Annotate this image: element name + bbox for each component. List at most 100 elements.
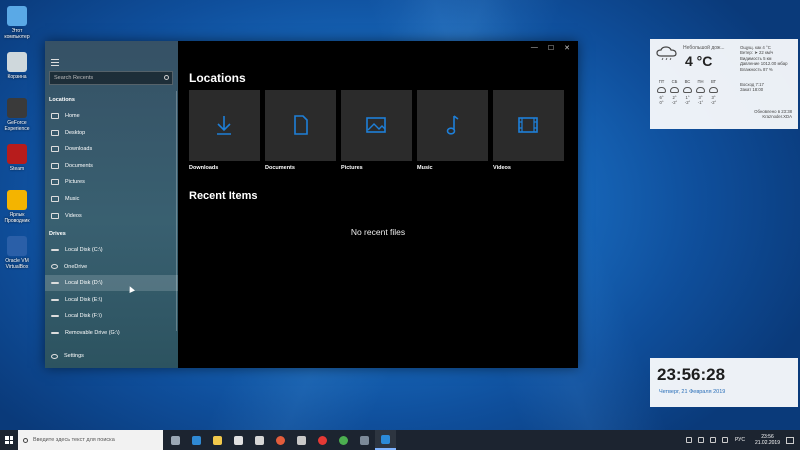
weather-detail-line: Давление 1012.00 мбар	[740, 61, 788, 67]
maximize-button[interactable]: ☐	[548, 44, 554, 52]
mail-icon	[255, 435, 264, 445]
hamburger-menu-icon[interactable]	[51, 59, 59, 66]
weather-source: Kraznoder.XDA	[762, 114, 792, 120]
taskbar-app-media-player[interactable]	[270, 430, 291, 450]
tray-app-icon[interactable]	[685, 437, 692, 443]
taskbar-app-file-explorer[interactable]	[207, 430, 228, 450]
desktop-icon[interactable]: Steam	[0, 140, 34, 186]
taskbar-app-files-app[interactable]	[375, 430, 396, 450]
sidebar-item-download[interactable]: Downloads	[45, 141, 178, 157]
windows-logo-icon	[5, 436, 13, 444]
forecast-day-name: ВС	[684, 79, 691, 84]
close-button[interactable]: ✕	[564, 44, 570, 52]
sidebar-item-desktop[interactable]: Desktop	[45, 125, 178, 141]
location-tile-download[interactable]: Downloads	[189, 90, 260, 171]
sidebar-item-disk[interactable]: Local Disk (F:\)	[45, 308, 178, 324]
tile-thumbnail	[189, 90, 260, 161]
disk-icon	[51, 315, 59, 318]
video-icon	[51, 212, 59, 219]
window-controls: — ☐ ✕	[531, 44, 570, 52]
desktop-icon[interactable]: Ярлык Проводник	[0, 186, 34, 232]
taskbar-clock[interactable]: 23:56 21.02.2019	[755, 434, 780, 446]
picture-icon	[51, 179, 59, 186]
sidebar-item-usb-drive[interactable]: Removable Drive (G:\)	[45, 325, 178, 341]
taskbar-search-box[interactable]: Введите здесь текст для поиска	[18, 430, 163, 450]
sidebar-item-home[interactable]: Home	[45, 108, 178, 124]
desktop-icon[interactable]: Корзина	[0, 48, 34, 94]
weather-temperature: 4 °C	[685, 53, 713, 69]
taskbar: Введите здесь текст для поиска РУС 23:56…	[0, 430, 800, 450]
sidebar-item-disk[interactable]: Local Disk (C:\)	[45, 242, 178, 258]
forecast-day: ВТ 3° -2°	[708, 79, 719, 106]
cloud-icon	[709, 86, 718, 93]
taskbar-app-explorer-app[interactable]	[354, 430, 375, 450]
desktop-icon[interactable]: Oracle VM VirtualBox	[0, 232, 34, 278]
weather-description: Небольшой дож...	[683, 45, 725, 51]
location-tile-music[interactable]: Music	[417, 90, 488, 171]
forecast-low: -2°	[684, 100, 691, 105]
forecast-day-name: ПН	[697, 79, 704, 84]
sunset-text: Закат 18:00	[740, 87, 764, 93]
sidebar-item-document[interactable]: Documents	[45, 158, 178, 174]
desktop-icon	[51, 129, 59, 136]
search-icon	[23, 437, 28, 443]
minimize-button[interactable]: —	[531, 44, 538, 52]
sidebar-item-video[interactable]: Videos	[45, 208, 178, 224]
start-button[interactable]	[0, 430, 18, 450]
sidebar-section-locations: Locations	[49, 97, 75, 103]
desktop-icon[interactable]: GeForce Experience	[0, 94, 34, 140]
sidebar-item-picture[interactable]: Pictures	[45, 174, 178, 190]
taskbar-app-people[interactable]	[291, 430, 312, 450]
sidebar-scrollbar[interactable]	[176, 91, 177, 331]
steam-icon	[7, 144, 27, 164]
taskbar-app-mail[interactable]	[249, 430, 270, 450]
taskbar-app-edge[interactable]	[186, 430, 207, 450]
locations-heading: Locations	[189, 71, 246, 85]
weather-widget[interactable]: Небольшой дож... 4 °C Ощущ. как 4 °C Вете…	[650, 39, 798, 129]
forecast-day: ПН 3° -1°	[695, 79, 706, 106]
desktop-icon[interactable]: Этот компьютер	[0, 2, 34, 48]
sidebar: Search Recents Locations Home Desktop Down…	[45, 41, 178, 368]
forecast-day: ПТ 6° 0°	[656, 79, 667, 106]
taskbar-app-opera[interactable]	[312, 430, 333, 450]
geforce-icon	[7, 98, 27, 118]
search-icon	[164, 75, 169, 80]
weather-sun-times: Восход 7:17 Закат 18:00	[740, 82, 796, 93]
forecast-day-name: ВТ	[710, 79, 717, 84]
sidebar-item-music[interactable]: Music	[45, 191, 178, 207]
forecast-low: -2°	[710, 100, 717, 105]
cloud-icon	[683, 86, 692, 93]
clock-widget[interactable]: 23:56:28 Четверг, 21 Февраля 2019	[650, 358, 798, 407]
volume-icon[interactable]	[721, 437, 728, 443]
taskbar-app-task-view[interactable]	[165, 430, 186, 450]
network-icon[interactable]	[709, 437, 716, 443]
location-tile-video[interactable]: Videos	[493, 90, 564, 171]
sidebar-item-disk[interactable]: Local Disk (D:\)	[45, 275, 178, 292]
weather-forecast: ПТ 6° 0° СБ 2° -2° ВС 1° -2° ПН 3° -1° ВТ 3° -2°	[656, 79, 719, 106]
chrome-icon	[339, 435, 348, 445]
disk-icon	[51, 298, 59, 301]
edge-icon	[192, 435, 201, 445]
video-icon	[518, 117, 538, 133]
location-tile-picture[interactable]: Pictures	[341, 90, 412, 171]
task-view-icon	[171, 435, 180, 445]
location-tile-document[interactable]: Documents	[265, 90, 336, 171]
weather-detail-line: Влажность 87 %	[740, 66, 773, 72]
forecast-day: СБ 2° -2°	[669, 79, 680, 106]
tray-app-icon[interactable]	[697, 437, 704, 443]
taskbar-app-store[interactable]	[228, 430, 249, 450]
language-indicator[interactable]: РУС	[735, 437, 745, 443]
sidebar-item-cloud[interactable]: OneDrive	[45, 259, 178, 275]
location-tiles: Downloads Documents Pictures Music Videos	[189, 90, 564, 171]
taskbar-app-chrome[interactable]	[333, 430, 354, 450]
sidebar-item-disk[interactable]: Local Disk (E:\)	[45, 292, 178, 308]
recycle-bin-icon	[7, 52, 27, 72]
store-icon	[234, 435, 243, 445]
forecast-low: -1°	[697, 100, 704, 105]
weather-details: Ощущ. как 4 °C Ветер: ➤ 22 км/ч Видимость …	[740, 45, 796, 72]
search-recents-input[interactable]: Search Recents	[49, 71, 173, 85]
sidebar-item-settings[interactable]: Settings	[45, 348, 178, 364]
usb-drive-icon	[51, 332, 59, 334]
cloud-icon	[51, 264, 58, 270]
notifications-icon[interactable]	[786, 436, 794, 444]
